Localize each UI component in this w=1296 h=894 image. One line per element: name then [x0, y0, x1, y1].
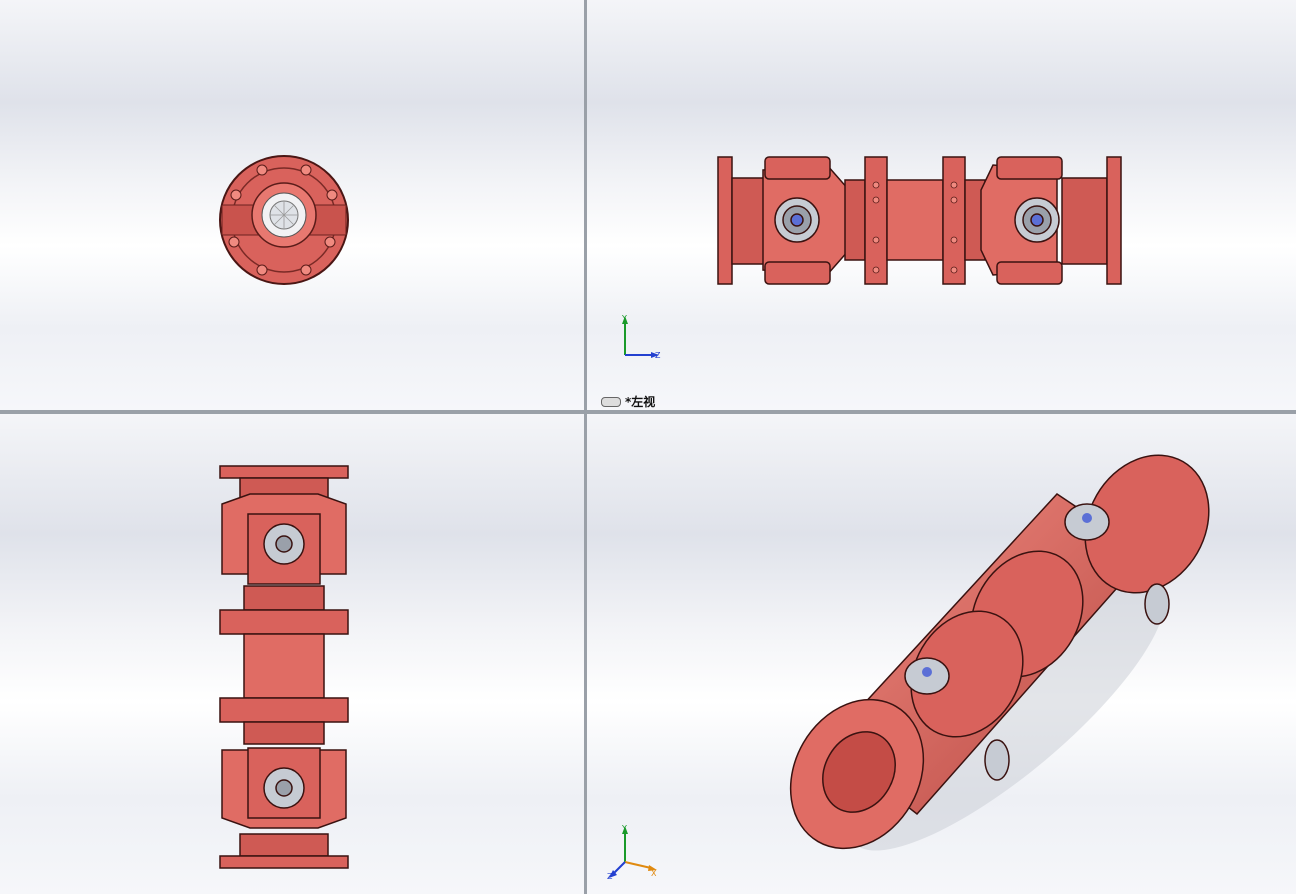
- top-view-model: [219, 465, 349, 869]
- viewport-splitter-vertical[interactable]: [584, 0, 587, 894]
- axis-x-label: X: [651, 869, 657, 878]
- viewport-left-view[interactable]: Y Z *左视: [587, 0, 1296, 410]
- view-name: *左视: [625, 395, 656, 409]
- axis-y-label: Y: [621, 824, 627, 833]
- side-view-model: Y Z: [621, 156, 1122, 360]
- axis-triad-iso: Y X Z: [607, 824, 657, 881]
- axis-y-label: Y: [621, 314, 627, 323]
- glasses-icon: [601, 396, 621, 407]
- axis-triad: Y Z: [621, 314, 661, 360]
- front-view-model: [219, 155, 349, 285]
- view-orientation-label: *左视: [601, 393, 655, 410]
- axis-z-label: Z: [655, 351, 661, 360]
- viewport-top[interactable]: [0, 414, 584, 894]
- viewport-front[interactable]: [0, 0, 584, 410]
- viewport-isometric[interactable]: Y X Z: [587, 414, 1296, 894]
- viewport-splitter-horizontal[interactable]: [0, 410, 1296, 414]
- axis-z-label: Z: [607, 872, 613, 881]
- isometric-view-model: Y X Z: [607, 454, 1210, 881]
